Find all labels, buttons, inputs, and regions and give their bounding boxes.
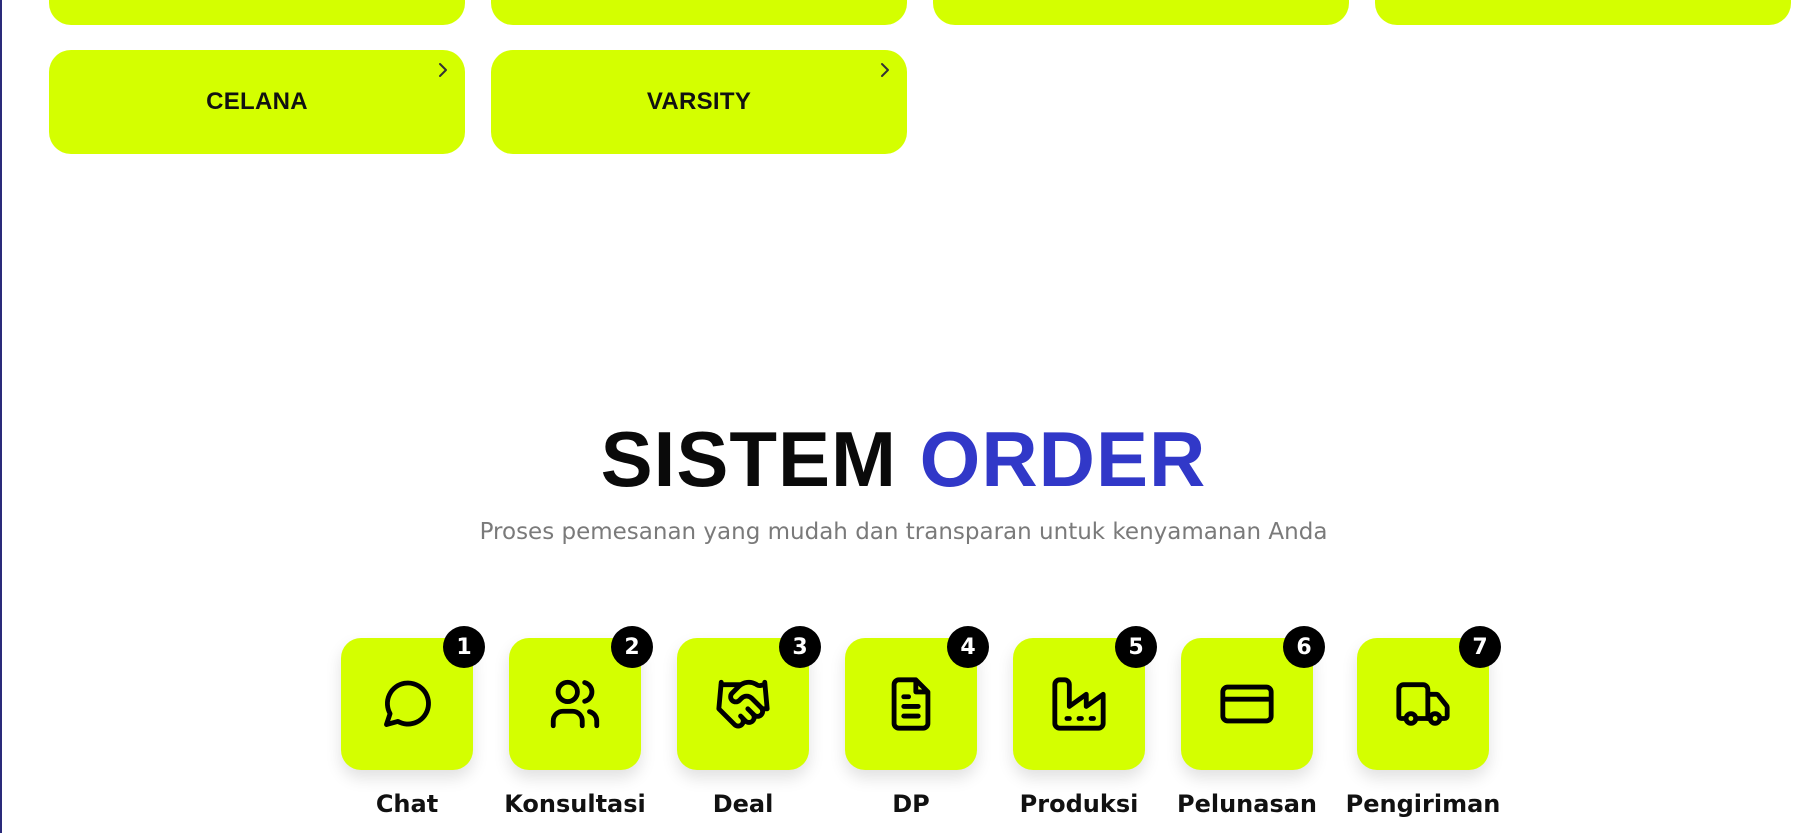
- category-card-varsity[interactable]: VARSITY: [491, 50, 907, 154]
- chevron-right-icon: [881, 63, 889, 77]
- section-title-part1: SISTEM: [600, 415, 897, 503]
- step-number-badge: 1: [443, 626, 485, 668]
- chat-bubble-icon: [384, 680, 431, 727]
- section-subtitle: Proses pemesanan yang mudah dan transpar…: [479, 519, 1328, 545]
- truck-icon: [1396, 682, 1450, 726]
- category-card-partial-1[interactable]: [49, 0, 465, 25]
- step-number-badge: 7: [1459, 626, 1501, 668]
- step-number-badge: 4: [947, 626, 989, 668]
- step-number-badge: 3: [779, 626, 821, 668]
- handshake-icon: [716, 679, 770, 729]
- users-icon: [550, 679, 600, 729]
- category-card-partial-2[interactable]: [491, 0, 907, 25]
- chevron-right-icon: [439, 63, 447, 77]
- category-card-partial-4[interactable]: [1375, 0, 1791, 25]
- category-label: CELANA: [206, 88, 308, 115]
- page: CELANA VARSITY SISTEM ORDER Proses pemes…: [0, 0, 1807, 833]
- step-number-badge: 6: [1283, 626, 1325, 668]
- factory-icon: [1052, 677, 1106, 731]
- category-card-celana[interactable]: CELANA: [49, 50, 465, 154]
- step-number-badge: 2: [611, 626, 653, 668]
- credit-card-icon: [1220, 684, 1274, 724]
- category-card-partial-3[interactable]: [933, 0, 1349, 25]
- section-title-part2: ORDER: [919, 415, 1207, 503]
- step-label: Pengiriman: [1345, 790, 1501, 818]
- category-label: VARSITY: [646, 88, 752, 115]
- section-title: SISTEM ORDER: [0, 414, 1807, 504]
- step-number-badge: 5: [1115, 626, 1157, 668]
- document-icon: [891, 677, 931, 731]
